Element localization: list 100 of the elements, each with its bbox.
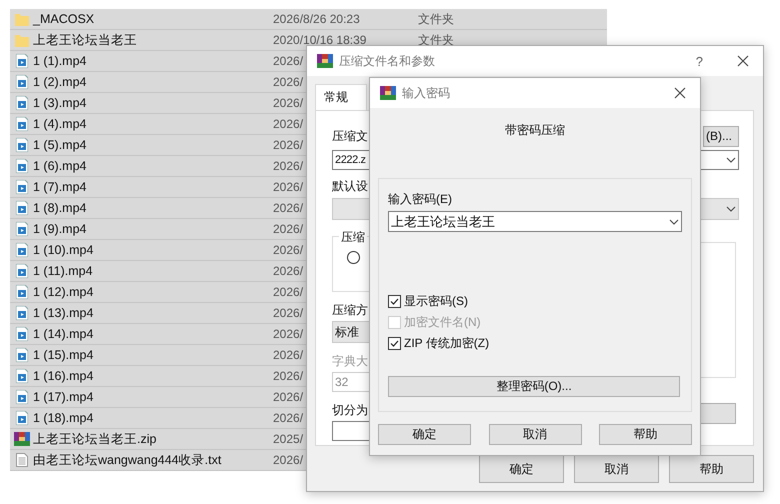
checkbox-label: 显示密码(S) bbox=[404, 292, 468, 310]
folder-icon bbox=[15, 33, 29, 47]
file-name[interactable]: 1 (7).mp4 bbox=[33, 180, 273, 194]
file-date: 2026/ bbox=[273, 390, 304, 404]
file-name[interactable]: 上老王论坛当老王 bbox=[33, 32, 273, 48]
file-name[interactable]: 1 (18).mp4 bbox=[33, 411, 273, 425]
file-type: 文件夹 bbox=[418, 10, 454, 28]
file-name[interactable]: 1 (2).mp4 bbox=[33, 75, 273, 89]
video-file-icon bbox=[16, 96, 28, 110]
file-name[interactable]: 上老王论坛当老王.zip bbox=[33, 430, 273, 448]
file-date: 2026/ bbox=[273, 453, 304, 467]
chevron-icon bbox=[669, 218, 679, 224]
video-file-icon bbox=[16, 264, 28, 278]
file-date: 2026/ bbox=[273, 54, 304, 68]
video-file-icon bbox=[16, 117, 28, 131]
file-name[interactable]: 1 (3).mp4 bbox=[33, 96, 273, 110]
video-file-icon bbox=[16, 411, 28, 425]
checkbox-label: 加密文件名(N) bbox=[404, 314, 481, 330]
dialog-button[interactable]: 取消 bbox=[574, 455, 659, 483]
close-icon[interactable] bbox=[737, 55, 749, 67]
file-name[interactable]: 1 (15).mp4 bbox=[33, 348, 273, 362]
dialog-heading: 带密码压缩 bbox=[504, 122, 566, 139]
file-name[interactable]: 1 (6).mp4 bbox=[33, 159, 273, 173]
tab[interactable]: 常规 bbox=[315, 84, 367, 110]
file-date: 2026/ bbox=[273, 117, 304, 131]
video-file-icon bbox=[16, 54, 28, 68]
file-name[interactable]: 1 (14).mp4 bbox=[33, 327, 273, 341]
browse-button[interactable]: (B)... bbox=[703, 126, 739, 146]
archive-icon bbox=[317, 54, 333, 68]
chevron-icon bbox=[726, 206, 736, 212]
file-date: 2026/ bbox=[273, 285, 304, 299]
file-name[interactable]: 1 (13).mp4 bbox=[33, 306, 273, 320]
close-icon[interactable] bbox=[674, 87, 686, 99]
checkbox[interactable] bbox=[388, 336, 401, 350]
file-name[interactable]: 1 (8).mp4 bbox=[33, 201, 273, 215]
file-date: 2026/ bbox=[273, 369, 304, 383]
archive-icon bbox=[14, 432, 30, 446]
file-date: 2026/8/26 20:23 bbox=[273, 12, 360, 26]
video-file-icon bbox=[16, 180, 28, 194]
field-label: 输入密码(E) bbox=[388, 191, 453, 208]
file-date: 2026/ bbox=[273, 327, 304, 341]
folder-icon bbox=[15, 12, 29, 26]
file-name[interactable]: 1 (16).mp4 bbox=[33, 369, 273, 383]
file-date: 2020/10/16 18:39 bbox=[273, 33, 366, 47]
dialog-button[interactable]: 帮助 bbox=[669, 455, 754, 483]
file-name[interactable]: 1 (12).mp4 bbox=[33, 285, 273, 299]
help-button[interactable]: ? bbox=[696, 54, 703, 68]
video-file-icon bbox=[16, 327, 28, 341]
dialog-button[interactable]: 确定 bbox=[378, 424, 471, 445]
video-file-icon bbox=[16, 159, 28, 173]
video-file-icon bbox=[16, 348, 28, 362]
video-file-icon bbox=[16, 138, 28, 152]
file-date: 2025/ bbox=[273, 432, 304, 446]
field-label: 压缩文 bbox=[332, 128, 368, 144]
file-date: 2026/ bbox=[273, 348, 304, 362]
file-date: 2026/ bbox=[273, 201, 304, 215]
archive-icon bbox=[380, 86, 396, 100]
file-date: 2026/ bbox=[273, 264, 304, 278]
video-file-icon bbox=[16, 75, 28, 89]
file-name[interactable]: 1 (1).mp4 bbox=[33, 54, 273, 68]
checkbox-label: ZIP 传统加密(Z) bbox=[404, 334, 490, 352]
window-title: 压缩文件名和参数 bbox=[339, 52, 436, 70]
video-file-icon bbox=[16, 306, 28, 320]
window-title: 输入密码 bbox=[402, 84, 451, 102]
file-date: 2026/ bbox=[273, 159, 304, 173]
video-file-icon bbox=[16, 369, 28, 383]
file-name[interactable]: 1 (17).mp4 bbox=[33, 390, 273, 404]
file-date: 2026/ bbox=[273, 138, 304, 152]
file-name[interactable]: 1 (5).mp4 bbox=[33, 138, 273, 152]
video-file-icon bbox=[16, 222, 28, 236]
dialog-button[interactable]: 取消 bbox=[488, 424, 582, 445]
file-name[interactable]: 1 (11).mp4 bbox=[33, 264, 273, 278]
dialog-button[interactable]: 帮助 bbox=[599, 424, 692, 445]
file-type: 文件夹 bbox=[418, 32, 454, 48]
file-name[interactable]: 1 (4).mp4 bbox=[33, 117, 273, 131]
field-label: 默认设 bbox=[332, 178, 369, 195]
field-label: 压缩方 bbox=[332, 302, 369, 319]
file-date: 2026/ bbox=[273, 180, 304, 194]
file-name[interactable]: 1 (9).mp4 bbox=[33, 222, 273, 236]
field-label: 切分为 bbox=[332, 402, 369, 419]
file-date: 2026/ bbox=[273, 222, 304, 236]
file-date: 2026/ bbox=[273, 411, 304, 425]
video-file-icon bbox=[16, 243, 28, 257]
file-date: 2026/ bbox=[273, 306, 304, 320]
checkbox[interactable] bbox=[388, 294, 401, 308]
video-file-icon bbox=[16, 201, 28, 215]
video-file-icon bbox=[16, 285, 28, 299]
dialog-button[interactable]: 确定 bbox=[479, 455, 564, 483]
file-name[interactable]: 1 (10).mp4 bbox=[33, 243, 273, 257]
field-label: 字典大 bbox=[332, 353, 369, 370]
radio-button[interactable] bbox=[347, 251, 360, 264]
chevron-icon bbox=[726, 157, 736, 163]
file-name[interactable]: _MACOSX bbox=[33, 12, 273, 26]
text-file-icon bbox=[16, 453, 28, 467]
file-name[interactable]: 由老王论坛wangwang444收录.txt bbox=[33, 452, 273, 468]
file-date: 2026/ bbox=[273, 96, 304, 110]
organize-passwords-button[interactable]: 整理密码(O)... bbox=[388, 376, 680, 397]
video-file-icon bbox=[16, 390, 28, 404]
password-field[interactable]: 上老王论坛当老王 bbox=[388, 211, 682, 232]
file-date: 2026/ bbox=[273, 243, 304, 257]
